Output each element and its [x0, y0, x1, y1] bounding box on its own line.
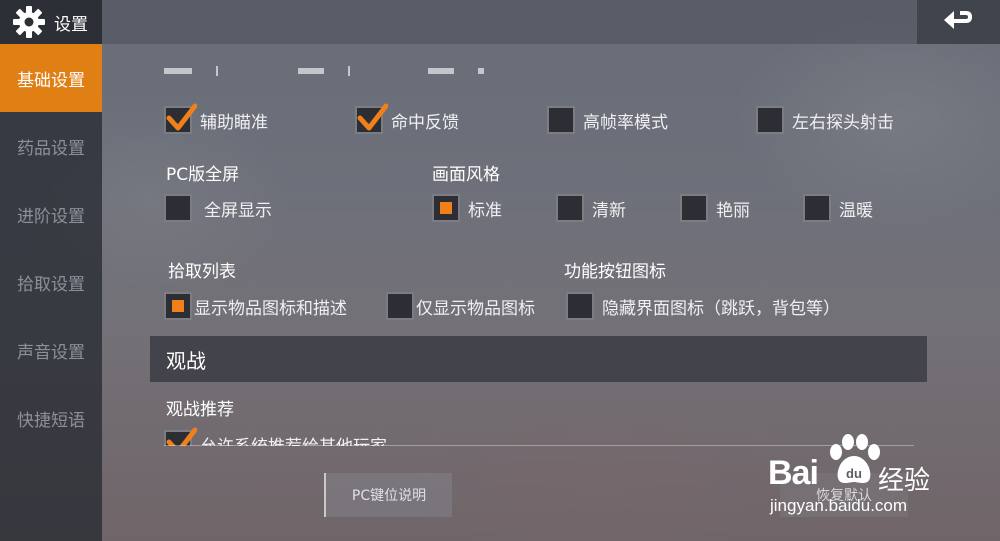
- allow-recommend-checkbox[interactable]: [164, 427, 197, 446]
- gear-icon: [13, 6, 45, 38]
- spectate-recommend-title: 观战推荐: [166, 400, 234, 420]
- style-warm-option[interactable]: 温暖: [803, 194, 873, 222]
- style-fresh-radio[interactable]: [556, 194, 584, 222]
- style-warm-radio[interactable]: [803, 194, 831, 222]
- high-fps-checkbox[interactable]: [547, 106, 575, 134]
- title-block: 设置: [0, 0, 102, 44]
- baidu-jingyan-watermark: du Bai 经验 jingyan.baidu.com: [768, 434, 948, 524]
- option-label: 清新: [592, 200, 626, 221]
- option-label: 命中反馈: [391, 112, 459, 133]
- peek-shoot-checkbox[interactable]: [756, 106, 784, 134]
- style-vivid-option[interactable]: 艳丽: [680, 194, 750, 222]
- sidebar: 基础设置 药品设置 进阶设置 拾取设置 声音设置 快捷短语: [0, 44, 102, 541]
- option-label: 标准: [468, 200, 502, 221]
- option-label: 仅显示物品图标: [416, 298, 535, 319]
- checkmark-icon: [166, 103, 197, 131]
- pickup-icon-desc-option[interactable]: 显示物品图标和描述: [164, 292, 347, 320]
- hide-ui-icon-checkbox[interactable]: [566, 292, 594, 320]
- sidebar-item-label: 进阶设置: [17, 206, 85, 227]
- option-label: 左右探头射击: [792, 112, 894, 133]
- watermark-brand: Bai: [768, 454, 819, 492]
- fullscreen-checkbox[interactable]: [164, 194, 192, 222]
- style-vivid-radio[interactable]: [680, 194, 708, 222]
- sidebar-item-label: 药品设置: [17, 138, 85, 159]
- hit-feedback-option[interactable]: 命中反馈: [355, 103, 459, 134]
- hit-feedback-checkbox[interactable]: [355, 103, 388, 134]
- sidebar-item-label: 声音设置: [17, 342, 85, 363]
- sidebar-item-basic[interactable]: 基础设置: [0, 44, 102, 112]
- pc-keys-button[interactable]: PC键位说明: [324, 473, 452, 517]
- sidebar-item-label: 拾取设置: [17, 274, 85, 295]
- assist-aim-checkbox[interactable]: [164, 103, 197, 134]
- checkmark-icon: [357, 103, 388, 131]
- sidebar-item-label: 快捷短语: [17, 410, 85, 431]
- svg-text:du: du: [846, 466, 862, 481]
- page-title: 设置: [54, 14, 88, 35]
- sidebar-item-medicine[interactable]: 药品设置: [0, 112, 102, 180]
- sidebar-item-label: 基础设置: [17, 70, 85, 91]
- allow-recommend-option[interactable]: 允许系统推荐给其他玩家: [164, 427, 387, 447]
- sidebar-item-pickup[interactable]: 拾取设置: [0, 248, 102, 316]
- back-button[interactable]: [916, 0, 1000, 44]
- option-label: 隐藏界面图标（跳跃，背包等）: [602, 298, 840, 319]
- pickup-list-title: 拾取列表: [168, 262, 236, 282]
- sidebar-item-quick-phrases[interactable]: 快捷短语: [0, 384, 102, 452]
- option-label: 全屏显示: [204, 200, 272, 221]
- high-fps-option[interactable]: 高帧率模式: [547, 106, 668, 134]
- watermark-cn: 经验: [878, 466, 931, 496]
- pc-fullscreen-title: PC版全屏: [166, 165, 240, 185]
- spectate-header-label: 观战: [166, 348, 206, 373]
- function-icon-title: 功能按钮图标: [564, 262, 666, 282]
- pickup-icon-only-option[interactable]: 仅显示物品图标: [386, 292, 535, 320]
- fullscreen-option[interactable]: 全屏显示: [164, 194, 272, 222]
- option-label: 高帧率模式: [583, 112, 668, 133]
- pickup-icon-only-radio[interactable]: [386, 292, 414, 320]
- peek-shoot-option[interactable]: 左右探头射击: [756, 106, 894, 134]
- clipped-row: [164, 66, 494, 76]
- option-label: 辅助瞄准: [200, 112, 268, 133]
- checkmark-icon: [166, 427, 197, 446]
- option-label: 艳丽: [716, 200, 750, 221]
- settings-scroll-area[interactable]: 辅助瞄准 命中反馈 高帧率模式 左右探头射击 PC版全屏 全屏显示 画面风格 标…: [102, 44, 1000, 446]
- spectate-section-header: 观战: [150, 336, 927, 382]
- option-label: 温暖: [839, 200, 873, 221]
- watermark-url: jingyan.baidu.com: [770, 496, 908, 515]
- sidebar-item-sound[interactable]: 声音设置: [0, 316, 102, 384]
- option-label: 允许系统推荐给其他玩家: [200, 432, 387, 447]
- paw-logo-icon: du: [830, 434, 880, 483]
- return-arrow-icon: [943, 11, 972, 29]
- graphics-style-title: 画面风格: [432, 165, 500, 185]
- sidebar-item-advanced[interactable]: 进阶设置: [0, 180, 102, 248]
- option-label: 显示物品图标和描述: [194, 298, 347, 319]
- assist-aim-option[interactable]: 辅助瞄准: [164, 103, 268, 134]
- style-standard-option[interactable]: 标准: [432, 194, 502, 222]
- pickup-icon-desc-radio[interactable]: [164, 292, 192, 320]
- style-standard-radio[interactable]: [432, 194, 460, 222]
- style-fresh-option[interactable]: 清新: [556, 194, 626, 222]
- top-bar: 设置: [0, 0, 1000, 44]
- hide-ui-icon-option[interactable]: 隐藏界面图标（跳跃，背包等）: [566, 292, 840, 320]
